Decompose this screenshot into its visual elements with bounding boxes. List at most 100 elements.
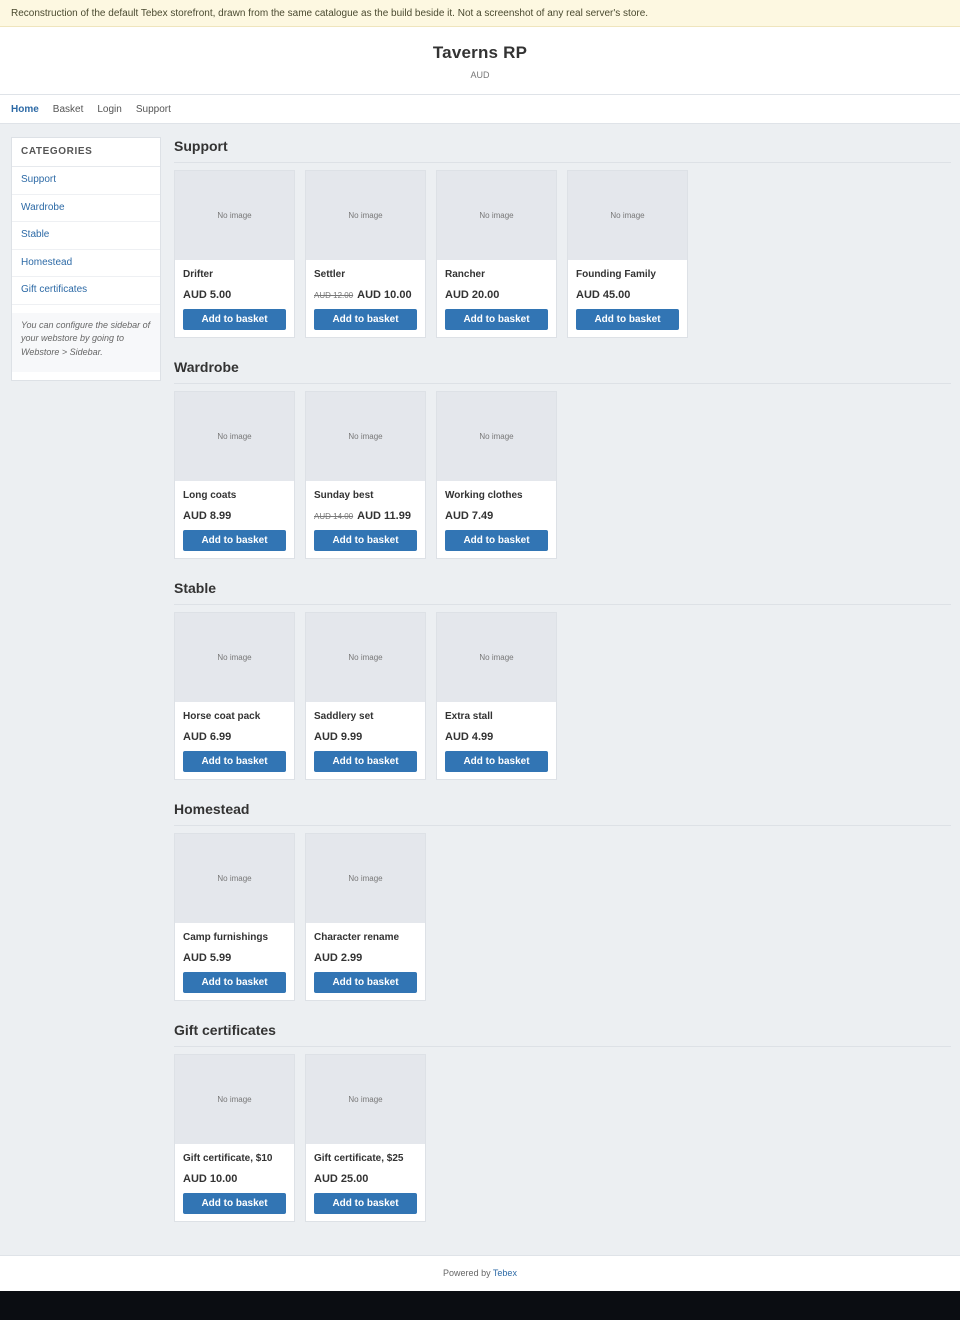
- add-to-basket-button[interactable]: Add to basket: [314, 972, 417, 993]
- product-price-row: AUD 6.99: [175, 731, 294, 743]
- section-title: Support: [174, 138, 951, 163]
- main-nav: Home Basket Login Support: [0, 95, 960, 124]
- sidebar-item-stable[interactable]: Stable: [12, 222, 160, 250]
- product-name: Horse coat pack: [183, 711, 261, 722]
- section-title: Homestead: [174, 801, 951, 826]
- product-name: Founding Family: [576, 269, 656, 280]
- add-to-basket-button[interactable]: Add to basket: [445, 530, 548, 551]
- product-card: No image Sunday best AUD 14.00 AUD 11.99 Add…: [305, 391, 426, 559]
- sidebar-item-homestead[interactable]: Homestead: [12, 250, 160, 278]
- product-name: Character rename: [314, 932, 400, 943]
- nav-home[interactable]: Home: [11, 104, 39, 115]
- product-price-row: AUD 4.99: [437, 731, 556, 743]
- product-price: AUD 7.49: [445, 510, 494, 522]
- product-image-placeholder: No image: [175, 1055, 294, 1144]
- add-to-basket-button[interactable]: Add to basket: [183, 751, 286, 772]
- product-price: AUD 6.99: [183, 731, 232, 743]
- section-title: Wardrobe: [174, 359, 951, 384]
- product-card: No image Founding Family AUD 45.00 Add to b…: [567, 170, 688, 338]
- add-to-basket-button[interactable]: Add to basket: [445, 309, 548, 330]
- product-image-placeholder: No image: [437, 171, 556, 260]
- categories-title: CATEGORIES: [12, 138, 160, 167]
- tebex-link[interactable]: Tebex: [493, 1268, 517, 1278]
- product-price: AUD 5.00: [183, 289, 232, 301]
- add-to-basket-button[interactable]: Add to basket: [183, 1193, 286, 1214]
- product-card: No image Drifter AUD 5.00 Add to basket: [174, 170, 295, 338]
- product-name: Working clothes: [445, 490, 523, 501]
- product-card: No image Gift certificate, $25 AUD 25.00 Ad…: [305, 1054, 426, 1222]
- product-price: AUD 10.00: [357, 289, 412, 301]
- product-image-placeholder: No image: [306, 171, 425, 260]
- add-to-basket-button[interactable]: Add to basket: [314, 751, 417, 772]
- product-price-row: AUD 14.00 AUD 11.99: [306, 510, 425, 522]
- product-card: No image Extra stall AUD 4.99 Add to basket: [436, 612, 557, 780]
- product-name: Sunday best: [314, 490, 374, 501]
- product-image-placeholder: No image: [175, 834, 294, 923]
- product-name: Long coats: [183, 490, 237, 501]
- product-image-placeholder: No image: [437, 613, 556, 702]
- add-to-basket-button[interactable]: Add to basket: [183, 309, 286, 330]
- nav-login[interactable]: Login: [97, 104, 121, 115]
- product-price: AUD 10.00: [183, 1173, 238, 1185]
- product-image-placeholder: No image: [175, 171, 294, 260]
- product-price-row: AUD 7.49: [437, 510, 556, 522]
- product-price-row: AUD 5.00: [175, 289, 294, 301]
- product-name: Gift certificate, $10: [183, 1153, 273, 1164]
- product-price: AUD 11.99: [357, 510, 411, 522]
- categories-sidebar: CATEGORIES Support Wardrobe Stable Homes…: [11, 137, 161, 381]
- nav-basket[interactable]: Basket: [53, 104, 84, 115]
- original-price: AUD 12.00: [314, 291, 354, 300]
- product-price-row: AUD 8.99: [175, 510, 294, 522]
- product-price: AUD 45.00: [576, 289, 631, 301]
- product-price: AUD 2.99: [314, 952, 363, 964]
- product-card: No image Long coats AUD 8.99 Add to basket: [174, 391, 295, 559]
- product-card: No image Horse coat pack AUD 6.99 Add to ba…: [174, 612, 295, 780]
- product-card: No image Settler AUD 12.00 AUD 10.00 Add to …: [305, 170, 426, 338]
- original-price: AUD 14.00: [314, 512, 354, 521]
- add-to-basket-button[interactable]: Add to basket: [314, 309, 417, 330]
- sidebar-item-support[interactable]: Support: [12, 167, 160, 195]
- product-card: No image Character rename AUD 2.99 Add to b…: [305, 833, 426, 1001]
- webstore-page: Reconstruction of the default Tebex stor…: [0, 0, 960, 1291]
- product-price: AUD 5.99: [183, 952, 232, 964]
- add-to-basket-button[interactable]: Add to basket: [183, 530, 286, 551]
- product-image-placeholder: No image: [306, 392, 425, 481]
- add-to-basket-button[interactable]: Add to basket: [576, 309, 679, 330]
- product-name: Gift certificate, $25: [314, 1153, 404, 1164]
- product-card: No image Gift certificate, $10 AUD 10.00 Ad…: [174, 1054, 295, 1222]
- product-image-placeholder: No image: [437, 392, 556, 481]
- product-name: Camp furnishings: [183, 932, 269, 943]
- product-price: AUD 4.99: [445, 731, 494, 743]
- sidebar-item-wardrobe[interactable]: Wardrobe: [12, 195, 160, 223]
- sidebar-note: You can configure the sidebar of your we…: [12, 312, 160, 372]
- product-price: AUD 20.00: [445, 289, 500, 301]
- product-card: No image Working clothes AUD 7.49 Add to ba…: [436, 391, 557, 559]
- product-card: No image Camp furnishings AUD 5.99 Add to b…: [174, 833, 295, 1001]
- product-image-placeholder: No image: [306, 834, 425, 923]
- product-price: AUD 8.99: [183, 510, 232, 522]
- reconstruction-notice: Reconstruction of the default Tebex stor…: [0, 0, 960, 27]
- add-to-basket-button[interactable]: Add to basket: [314, 530, 417, 551]
- product-image-placeholder: No image: [306, 613, 425, 702]
- product-price-row: AUD 10.00: [175, 1173, 294, 1185]
- add-to-basket-button[interactable]: Add to basket: [445, 751, 548, 772]
- product-price-row: AUD 20.00: [437, 289, 556, 301]
- product-image-placeholder: No image: [568, 171, 687, 260]
- product-image-placeholder: No image: [175, 613, 294, 702]
- product-image-placeholder: No image: [175, 392, 294, 481]
- store-header: Taverns RP AUD: [0, 27, 960, 95]
- product-price-row: AUD 25.00: [306, 1173, 425, 1185]
- product-price-row: AUD 9.99: [306, 731, 425, 743]
- footer-text: Powered by: [443, 1268, 491, 1278]
- product-name: Drifter: [183, 269, 214, 280]
- product-name: Rancher: [445, 269, 486, 280]
- product-price-row: AUD 12.00 AUD 10.00: [306, 289, 425, 301]
- sidebar-item-gift-certificates[interactable]: Gift certificates: [12, 277, 160, 305]
- product-image-placeholder: No image: [306, 1055, 425, 1144]
- section-title: Gift certificates: [174, 1022, 951, 1047]
- add-to-basket-button[interactable]: Add to basket: [183, 972, 286, 993]
- product-name: Extra stall: [445, 711, 493, 722]
- product-price: AUD 9.99: [314, 731, 363, 743]
- nav-support[interactable]: Support: [136, 104, 171, 115]
- add-to-basket-button[interactable]: Add to basket: [314, 1193, 417, 1214]
